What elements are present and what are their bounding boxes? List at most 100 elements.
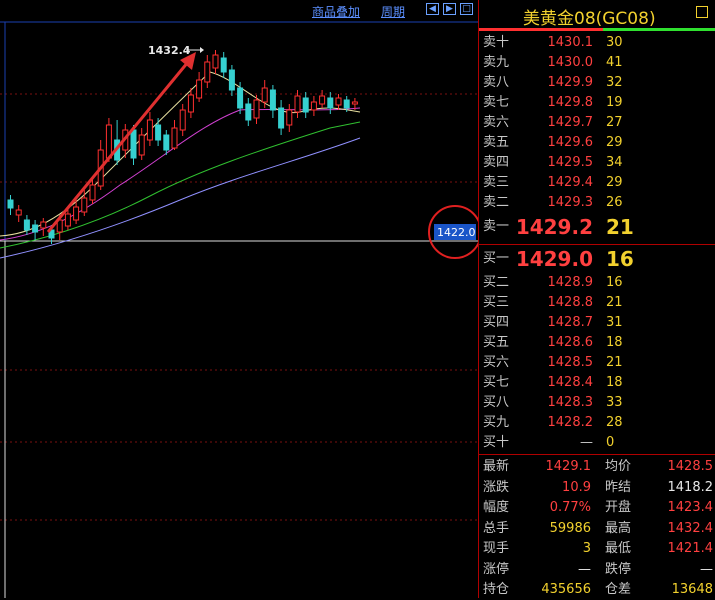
- candle: [89, 184, 96, 201]
- ask-price: 1429.3: [547, 195, 594, 210]
- candle: [15, 209, 22, 216]
- bid-row[interactable]: 买四 1428.7 31: [479, 313, 715, 333]
- ask-volume: 34: [606, 155, 623, 170]
- candle: [278, 107, 285, 129]
- bid-volume: 16: [606, 247, 634, 271]
- ask-row[interactable]: 卖二 1429.3 26: [479, 193, 715, 213]
- stat-value: 13648: [671, 582, 713, 597]
- moving-average-line: [0, 137, 361, 259]
- stat-label: 涨停: [483, 561, 510, 577]
- bid-price: —: [580, 435, 593, 450]
- ask-volume: 27: [606, 115, 623, 130]
- bid-label: 买五: [483, 335, 510, 350]
- scroll-right-icon[interactable]: ▶: [443, 3, 456, 15]
- stat-label: 总手: [483, 520, 510, 536]
- scroll-left-icon[interactable]: ◀: [426, 3, 439, 15]
- moving-average-line: [0, 121, 361, 249]
- panel-menu-icon[interactable]: [696, 6, 708, 18]
- ask-volume: 19: [606, 95, 623, 110]
- candle: [286, 109, 293, 126]
- candle: [269, 89, 276, 111]
- kline-chart-area[interactable]: 1432.4 1422.0 商品叠加 周期 ◀ ▶ □: [0, 0, 478, 598]
- ask-row[interactable]: 卖八 1429.9 32: [479, 73, 715, 93]
- bid-row[interactable]: 买七 1428.4 18: [479, 373, 715, 393]
- bid-row[interactable]: 买八 1428.3 33: [479, 393, 715, 413]
- bid-row[interactable]: 买九 1428.2 28: [479, 413, 715, 433]
- ask-label: 卖七: [483, 95, 510, 110]
- stat-value: 435656: [541, 582, 591, 597]
- bid-row[interactable]: 买五 1428.6 18: [479, 333, 715, 353]
- candle: [130, 129, 137, 159]
- bid-row[interactable]: 买一 1429.0 16: [479, 249, 715, 269]
- ask-price: 1429.6: [547, 135, 594, 150]
- period-button[interactable]: 周期: [381, 3, 405, 20]
- stat-row: 涨停 — 跌停 —: [479, 559, 715, 580]
- price-tag: 1422.0: [437, 226, 476, 239]
- candle: [261, 87, 268, 103]
- bid-label: 买七: [483, 375, 510, 390]
- ask-row[interactable]: 卖五 1429.6 29: [479, 133, 715, 153]
- kline-chart[interactable]: 1432.4 1422.0: [0, 0, 478, 598]
- bid-volume: 33: [606, 395, 623, 410]
- bid-label: 买九: [483, 415, 510, 430]
- instrument-title: 美黄金08(GC08): [523, 9, 656, 29]
- ask-row[interactable]: 卖七 1429.8 19: [479, 93, 715, 113]
- bid-row[interactable]: 买二 1428.9 16: [479, 273, 715, 293]
- ask-row[interactable]: 卖六 1429.7 27: [479, 113, 715, 133]
- quote-title-bar: 美黄金08(GC08): [479, 0, 715, 31]
- candle: [327, 97, 334, 109]
- bid-label: 买二: [483, 275, 510, 290]
- candle: [302, 97, 309, 113]
- candle: [73, 206, 80, 221]
- ask-price: 1429.5: [547, 155, 594, 170]
- candle: [105, 124, 112, 159]
- ask-row[interactable]: 卖三 1429.4 29: [479, 173, 715, 193]
- candle: [179, 109, 186, 131]
- candle: [163, 134, 170, 151]
- candle: [155, 124, 162, 141]
- candle: [351, 101, 358, 105]
- candle: [228, 69, 235, 91]
- zoom-icon[interactable]: □: [460, 3, 473, 15]
- ask-row[interactable]: 卖一 1429.2 21: [479, 217, 715, 237]
- ask-volume: 21: [606, 215, 634, 239]
- ask-label: 卖四: [483, 155, 510, 170]
- bid-row[interactable]: 买十 — 0: [479, 433, 715, 453]
- stat-label: 涨跌: [483, 479, 510, 495]
- candle: [310, 101, 317, 111]
- stat-row: 总手 59986 最高 1432.4: [479, 518, 715, 539]
- bid-volume: 31: [606, 315, 623, 330]
- bid-label: 买十: [483, 435, 510, 450]
- bid-row[interactable]: 买三 1428.8 21: [479, 293, 715, 313]
- ask-row[interactable]: 卖九 1430.0 41: [479, 53, 715, 73]
- bid-price: 1428.4: [547, 375, 594, 390]
- ask-price: 1429.7: [547, 115, 594, 130]
- ask-row[interactable]: 卖十 1430.1 30: [479, 33, 715, 53]
- overlay-button[interactable]: 商品叠加: [312, 3, 360, 20]
- stat-value: 10.9: [562, 479, 591, 495]
- candle: [171, 127, 178, 149]
- ask-label: 卖六: [483, 115, 510, 130]
- ask-volume: 32: [606, 75, 623, 90]
- stat-value: —: [700, 561, 713, 577]
- high-price-marker: 1432.4: [148, 44, 191, 57]
- ask-row[interactable]: 卖四 1429.5 34: [479, 153, 715, 173]
- bid-price: 1428.3: [547, 395, 594, 410]
- bid-row[interactable]: 买六 1428.5 21: [479, 353, 715, 373]
- ask-label: 卖五: [483, 135, 510, 150]
- bid-volume: 0: [606, 435, 615, 450]
- stat-label: 持仓: [483, 582, 510, 597]
- ask-volume: 29: [606, 175, 623, 190]
- candle: [32, 224, 39, 233]
- stat-value: 0.77%: [549, 500, 591, 515]
- ask-price: 1429.8: [547, 95, 594, 110]
- stat-label: 幅度: [483, 500, 510, 515]
- bid-label: 买八: [483, 395, 510, 410]
- stat-value: —: [578, 561, 591, 577]
- candle: [23, 219, 30, 231]
- ask-price: 1429.2: [515, 215, 593, 239]
- candle: [319, 95, 326, 105]
- candle: [81, 197, 88, 213]
- candle: [7, 199, 14, 209]
- bid-label: 买六: [483, 355, 510, 370]
